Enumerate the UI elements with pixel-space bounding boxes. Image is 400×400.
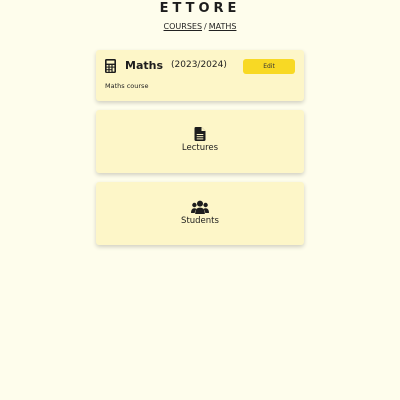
lectures-label: Lectures	[181, 143, 219, 153]
breadcrumb-maths-link[interactable]: MATHS	[209, 22, 237, 31]
calculator-icon	[105, 59, 116, 73]
students-label: Students	[181, 216, 219, 226]
course-name: Maths	[125, 59, 164, 72]
course-year: (2023/2024)	[171, 60, 227, 70]
file-icon	[194, 127, 206, 141]
lectures-card[interactable]: Lectures	[96, 110, 304, 173]
students-card[interactable]: Students	[96, 182, 304, 245]
app-title: ETTORE	[159, 1, 241, 16]
course-card: Maths (2023/2024) Edit Maths course	[96, 50, 304, 101]
course-description: Maths course	[105, 82, 149, 90]
breadcrumb: COURSES / MATHS	[0, 22, 400, 31]
breadcrumb-separator: /	[204, 22, 207, 31]
edit-button[interactable]: Edit	[243, 59, 295, 74]
users-icon	[191, 200, 209, 214]
breadcrumb-courses-link[interactable]: COURSES	[164, 22, 203, 31]
